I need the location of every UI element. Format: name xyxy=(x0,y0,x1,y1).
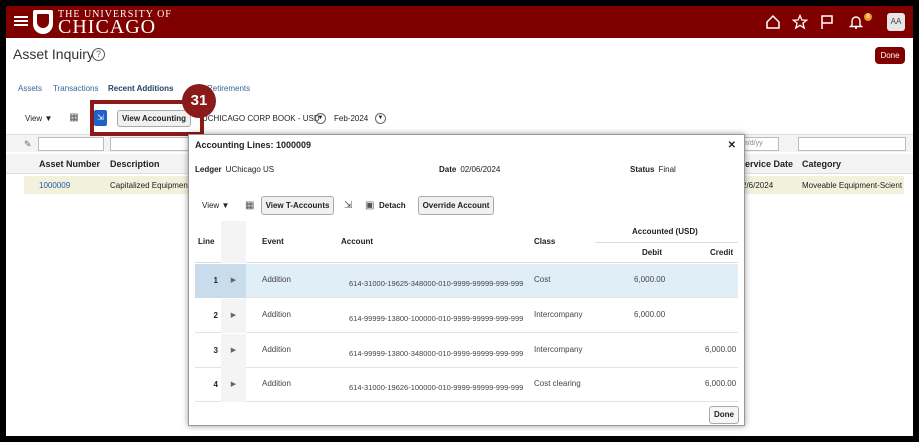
ledger-label: Ledger xyxy=(195,165,222,174)
description-filter[interactable] xyxy=(110,137,190,151)
help-icon[interactable]: ? xyxy=(92,48,105,61)
user-avatar[interactable]: AA xyxy=(887,13,905,31)
status-field: Status Final xyxy=(630,165,676,174)
asset-service-date: 2/6/2024 xyxy=(742,181,774,190)
table-row[interactable]: 3 ▶ Addition 614-99999-13800-348000-010-… xyxy=(195,334,738,368)
class-cell: Intercompany xyxy=(534,345,583,354)
category-filter[interactable] xyxy=(798,137,906,151)
page-done-button[interactable]: Done xyxy=(875,47,905,64)
tab-assets[interactable]: Assets xyxy=(18,84,42,93)
account-cell: 614-31000-19626-100000-010-9999-99999-99… xyxy=(349,383,524,392)
class-cell: Intercompany xyxy=(534,310,583,319)
dialog-done-button[interactable]: Done xyxy=(709,406,739,424)
date-value: 02/06/2024 xyxy=(460,165,501,174)
top-bar: THE UNIVERSITY OF CHICAGO 8 AA xyxy=(6,6,913,38)
line-number: 2 xyxy=(213,311,218,320)
col-category[interactable]: Category xyxy=(802,159,841,169)
book-label: UCHICAGO CORP BOOK - USD xyxy=(202,114,320,123)
expand-icon[interactable]: ▶ xyxy=(221,368,246,402)
line-number: 1 xyxy=(195,264,221,298)
col-service-date[interactable]: Service Date xyxy=(739,159,793,169)
edit-icon: ✎ xyxy=(24,139,32,149)
expand-icon[interactable]: ▶ xyxy=(221,299,246,333)
credit-cell: 6,000.00 xyxy=(705,379,737,388)
ledger-value: UChicago US xyxy=(225,165,275,174)
line-number: 3 xyxy=(213,346,218,355)
tab-transactions[interactable]: Transactions xyxy=(53,84,99,93)
notification-badge: 8 xyxy=(864,13,872,21)
bell-icon[interactable] xyxy=(848,14,864,30)
view-menu-label: View xyxy=(25,114,43,123)
detach-label[interactable]: Detach xyxy=(379,196,406,215)
app-frame: THE UNIVERSITY OF CHICAGO 8 AA Asset Inq… xyxy=(6,6,913,436)
logo-text-main: CHICAGO xyxy=(58,16,157,38)
line-number: 4 xyxy=(213,380,218,389)
page-title: Asset Inquiry xyxy=(13,46,94,62)
period-label: Feb-2024 xyxy=(334,114,369,123)
table-row[interactable]: 4 ▶ Addition 614-31000-19626-100000-010-… xyxy=(195,368,738,402)
asset-number-link[interactable]: 1000009 xyxy=(39,181,70,190)
asset-category: Moveable Equipment-Scient xyxy=(802,181,903,190)
view-menu[interactable]: View ▼ xyxy=(25,114,52,123)
dialog-title: Accounting Lines: 1000009 xyxy=(195,140,312,150)
class-cell: Cost clearing xyxy=(534,379,581,388)
col-event[interactable]: Event xyxy=(262,237,284,246)
menu-icon[interactable] xyxy=(14,14,28,28)
col-account[interactable]: Account xyxy=(341,237,373,246)
table-row[interactable]: 2 ▶ Addition 614-99999-13800-100000-010-… xyxy=(195,299,738,333)
col-credit[interactable]: Credit xyxy=(710,248,733,257)
event-cell: Addition xyxy=(262,345,291,354)
flag-icon[interactable] xyxy=(819,14,835,30)
freeze-icon[interactable]: ▦ xyxy=(245,196,254,215)
view-t-accounts-button[interactable]: View T-Accounts xyxy=(261,196,334,215)
date-field: Date 02/06/2024 xyxy=(439,165,500,174)
detach-icon[interactable]: ▣ xyxy=(365,196,374,215)
period-dropdown-icon[interactable]: ▼ xyxy=(375,113,386,124)
view-menu-caret-icon: ▼ xyxy=(44,114,53,123)
dialog-view-menu-label: View xyxy=(202,201,220,210)
col-debit[interactable]: Debit xyxy=(642,248,662,257)
star-icon[interactable] xyxy=(791,13,809,30)
university-shield-logo xyxy=(33,10,53,34)
col-line[interactable]: Line xyxy=(198,237,214,246)
event-cell: Addition xyxy=(262,379,291,388)
override-account-button[interactable]: Override Account xyxy=(418,196,494,215)
ledger-field: Ledger UChicago US xyxy=(195,165,274,174)
account-cell: 614-99999-13800-348000-010-9999-99999-99… xyxy=(349,349,524,358)
debit-cell: 6,000.00 xyxy=(634,310,666,319)
status-value: Final xyxy=(658,165,676,174)
book-dropdown-icon[interactable]: ▼ xyxy=(315,113,326,124)
close-icon[interactable]: ✕ xyxy=(728,140,736,151)
accounting-lines-dialog: Accounting Lines: 1000009 ✕ Ledger UChica… xyxy=(188,134,745,426)
account-cell: 614-31000-19625-348000-010-9999-99999-99… xyxy=(349,279,524,288)
asset-description: Capitalized Equipment xyxy=(110,181,191,190)
freeze-columns-icon[interactable]: ▦ xyxy=(68,112,80,124)
col-description[interactable]: Description xyxy=(110,159,160,169)
debit-cell: 6,000.00 xyxy=(634,275,666,284)
account-cell: 614-99999-13800-100000-010-9999-99999-99… xyxy=(349,314,524,323)
service-date-filter[interactable]: m/d/yy xyxy=(739,137,779,151)
col-accounted-usd: Accounted (USD) xyxy=(632,227,698,236)
credit-cell: 6,000.00 xyxy=(705,345,737,354)
asset-number-filter[interactable] xyxy=(38,137,104,151)
col-class[interactable]: Class xyxy=(534,237,555,246)
status-label: Status xyxy=(630,165,655,174)
event-cell: Addition xyxy=(262,310,291,319)
tab-recent-additions[interactable]: Recent Additions xyxy=(108,84,173,93)
col-asset-number[interactable]: Asset Number xyxy=(39,159,100,169)
dialog-view-menu[interactable]: View ▼ xyxy=(202,196,229,215)
table-row[interactable]: 1 ▶ Addition 614-31000-19625-348000-010-… xyxy=(195,264,738,298)
home-icon[interactable] xyxy=(765,14,781,30)
step-number-badge: 31 xyxy=(182,84,216,118)
date-label: Date xyxy=(439,165,457,174)
expand-icon[interactable]: ▶ xyxy=(221,334,246,368)
export-to-excel-icon[interactable]: ⇲ xyxy=(344,196,352,215)
lines-table-header: Line Event Account Class Accounted (USD)… xyxy=(195,221,738,263)
dialog-view-caret-icon: ▼ xyxy=(221,201,230,210)
expand-icon[interactable]: ▶ xyxy=(221,264,246,298)
event-cell: Addition xyxy=(262,275,291,284)
class-cell: Cost xyxy=(534,275,551,284)
